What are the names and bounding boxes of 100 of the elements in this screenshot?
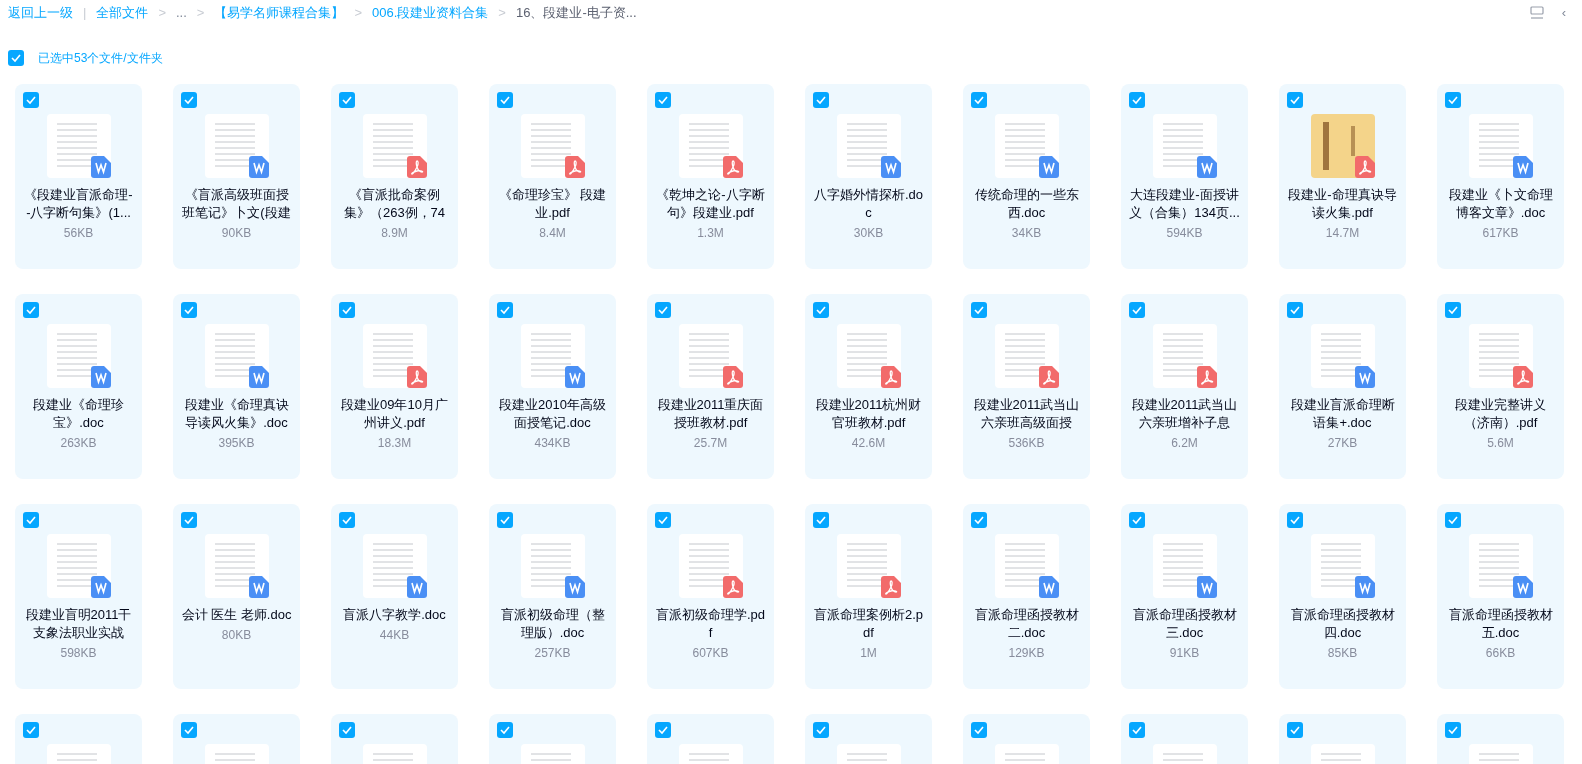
file-size: 594KB xyxy=(1166,225,1203,242)
checkbox[interactable] xyxy=(1287,722,1303,738)
checkbox[interactable] xyxy=(813,302,829,318)
checkbox[interactable] xyxy=(497,722,513,738)
checkbox[interactable] xyxy=(1287,92,1303,108)
file-card[interactable]: 段建业-命理真诀导 读火集.pdf 14.7M xyxy=(1279,84,1406,269)
file-name: 《盲派高级班面授 xyxy=(184,186,289,204)
collapse-arrow[interactable]: ‹ xyxy=(1561,3,1566,23)
file-card[interactable]: 《命理珍宝》 段建 业.pdf 8.4M xyxy=(489,84,616,269)
file-card[interactable]: 盲派命理函授教材 四.doc 85KB xyxy=(1279,504,1406,689)
checkbox[interactable] xyxy=(1445,302,1461,318)
document-thumbnail xyxy=(836,534,901,598)
layout-icon[interactable] xyxy=(1529,6,1544,20)
checkbox[interactable] xyxy=(497,302,513,318)
file-card[interactable]: 段建业盲明2011干 支象法职业实战 598KB xyxy=(15,504,142,689)
checkbox[interactable] xyxy=(1129,92,1145,108)
checkbox[interactable] xyxy=(181,512,197,528)
checkbox[interactable] xyxy=(1445,512,1461,528)
document-thumbnail xyxy=(46,114,111,178)
checkbox[interactable] xyxy=(971,512,987,528)
file-card[interactable]: 《盲派批命案例 集》（263例，74 8.9M xyxy=(331,84,458,269)
file-name: 段建业盲明2011干 xyxy=(25,606,132,624)
checkbox[interactable] xyxy=(655,722,671,738)
checkbox[interactable] xyxy=(339,722,355,738)
checkbox[interactable] xyxy=(339,92,355,108)
file-name: 段建业2010年高级 xyxy=(499,396,606,414)
checkbox[interactable] xyxy=(1287,512,1303,528)
document-thumbnail xyxy=(1468,324,1533,388)
file-card[interactable]: 段建业盲派命理断 语集+.doc 27KB xyxy=(1279,294,1406,479)
file-card[interactable]: 大连段建业-面授讲 义（合集）134页... 594KB xyxy=(1121,84,1248,269)
breadcrumb-more[interactable]: ... xyxy=(176,3,187,23)
checkbox[interactable] xyxy=(1129,512,1145,528)
file-card[interactable]: 段建业《卜文命理 博客文章》.doc 617KB xyxy=(1437,84,1564,269)
document-thumbnail xyxy=(520,324,585,388)
checkbox[interactable] xyxy=(181,92,197,108)
checkbox[interactable] xyxy=(1129,722,1145,738)
checkbox[interactable] xyxy=(497,512,513,528)
file-card[interactable]: 八字婚外情探析.do c 30KB xyxy=(805,84,932,269)
checkbox[interactable] xyxy=(971,92,987,108)
file-card[interactable]: 段建业2011武当山 六亲班高级面授 536KB xyxy=(963,294,1090,479)
checkbox[interactable] xyxy=(8,50,24,66)
file-size: 263KB xyxy=(60,435,97,452)
checkbox[interactable] xyxy=(1445,722,1461,738)
checkbox[interactable] xyxy=(971,722,987,738)
file-card[interactable]: 盲派八字教学.doc 44KB xyxy=(331,504,458,689)
checkbox[interactable] xyxy=(813,512,829,528)
checkbox[interactable] xyxy=(181,302,197,318)
file-size: 5.6M xyxy=(1487,435,1514,452)
checkbox[interactable] xyxy=(339,302,355,318)
file-name: 六亲班增补子息 xyxy=(1139,414,1230,432)
checkbox[interactable] xyxy=(655,302,671,318)
checkbox[interactable] xyxy=(23,512,39,528)
document-thumbnail xyxy=(362,114,427,178)
checkbox[interactable] xyxy=(23,92,39,108)
file-card[interactable]: 段建业09年10月广 州讲义.pdf 18.3M xyxy=(331,294,458,479)
file-size: 90KB xyxy=(221,225,252,242)
checkbox[interactable] xyxy=(1287,302,1303,318)
file-card[interactable]: 段建业2010年高级 面授笔记.doc 434KB xyxy=(489,294,616,479)
file-card[interactable]: 盲派初级命理学.pd f 607KB xyxy=(647,504,774,689)
file-size: 56KB xyxy=(63,225,94,242)
file-name: 盲派命理函授教材 xyxy=(1448,606,1553,624)
checkbox[interactable] xyxy=(497,92,513,108)
file-card[interactable]: 《乾坤之论-八字断 句》段建业.pdf 1.3M xyxy=(647,84,774,269)
file-card[interactable]: 《段建业盲派命理- -八字断句集》(1... 56KB xyxy=(15,84,142,269)
checkbox[interactable] xyxy=(813,722,829,738)
file-card[interactable]: 传统命理的一些东 西.doc 34KB xyxy=(963,84,1090,269)
selection-count: 已选中53个文件/文件夹 xyxy=(38,50,163,67)
checkbox[interactable] xyxy=(655,92,671,108)
file-card[interactable]: 段建业完整讲义 （济南）.pdf 5.6M xyxy=(1437,294,1564,479)
file-size: 85KB xyxy=(1327,645,1358,662)
file-size: 257KB xyxy=(534,645,571,662)
file-card[interactable]: 段建业2011重庆面 授班教材.pdf 25.7M xyxy=(647,294,774,479)
file-card[interactable]: 段建业《命理真诀 导读风火集》.doc 395KB xyxy=(173,294,300,479)
file-name: 八字婚外情探析.do xyxy=(813,186,924,204)
file-card[interactable]: 会计 医生 老师.doc 80KB xyxy=(173,504,300,689)
checkbox[interactable] xyxy=(655,512,671,528)
file-card[interactable]: 段建业2011杭州财 官班教材.pdf 42.6M xyxy=(805,294,932,479)
file-name: 业.pdf xyxy=(535,204,570,222)
file-name: 盲派命理函授教材 xyxy=(1132,606,1237,624)
file-card[interactable]: 盲派命理函授教材 五.doc 66KB xyxy=(1437,504,1564,689)
file-size: 598KB xyxy=(60,645,97,662)
checkbox[interactable] xyxy=(1445,92,1461,108)
file-card[interactable]: 盲派命理案例析2.p df 1M xyxy=(805,504,932,689)
document-thumbnail xyxy=(1152,114,1217,178)
checkbox[interactable] xyxy=(1129,302,1145,318)
checkbox[interactable] xyxy=(23,302,39,318)
file-card[interactable]: 盲派命理函授教材 三.doc 91KB xyxy=(1121,504,1248,689)
file-card[interactable]: 《盲派高级班面授 班笔记》卜文(段建 90KB xyxy=(173,84,300,269)
document-thumbnail xyxy=(46,534,111,598)
checkbox[interactable] xyxy=(339,512,355,528)
file-size: 91KB xyxy=(1169,645,1200,662)
file-card[interactable]: 段建业2011武当山 六亲班增补子息 6.2M xyxy=(1121,294,1248,479)
checkbox[interactable] xyxy=(813,92,829,108)
file-card[interactable]: 盲派命理函授教材 二.doc 129KB xyxy=(963,504,1090,689)
checkbox[interactable] xyxy=(23,722,39,738)
file-card[interactable]: 段建业《命理珍 宝》.doc 263KB xyxy=(15,294,142,479)
file-card[interactable]: 盲派初级命理（整 理版）.doc 257KB xyxy=(489,504,616,689)
checkbox[interactable] xyxy=(971,302,987,318)
checkbox[interactable] xyxy=(181,722,197,738)
breadcrumb-separator: > xyxy=(157,4,167,23)
